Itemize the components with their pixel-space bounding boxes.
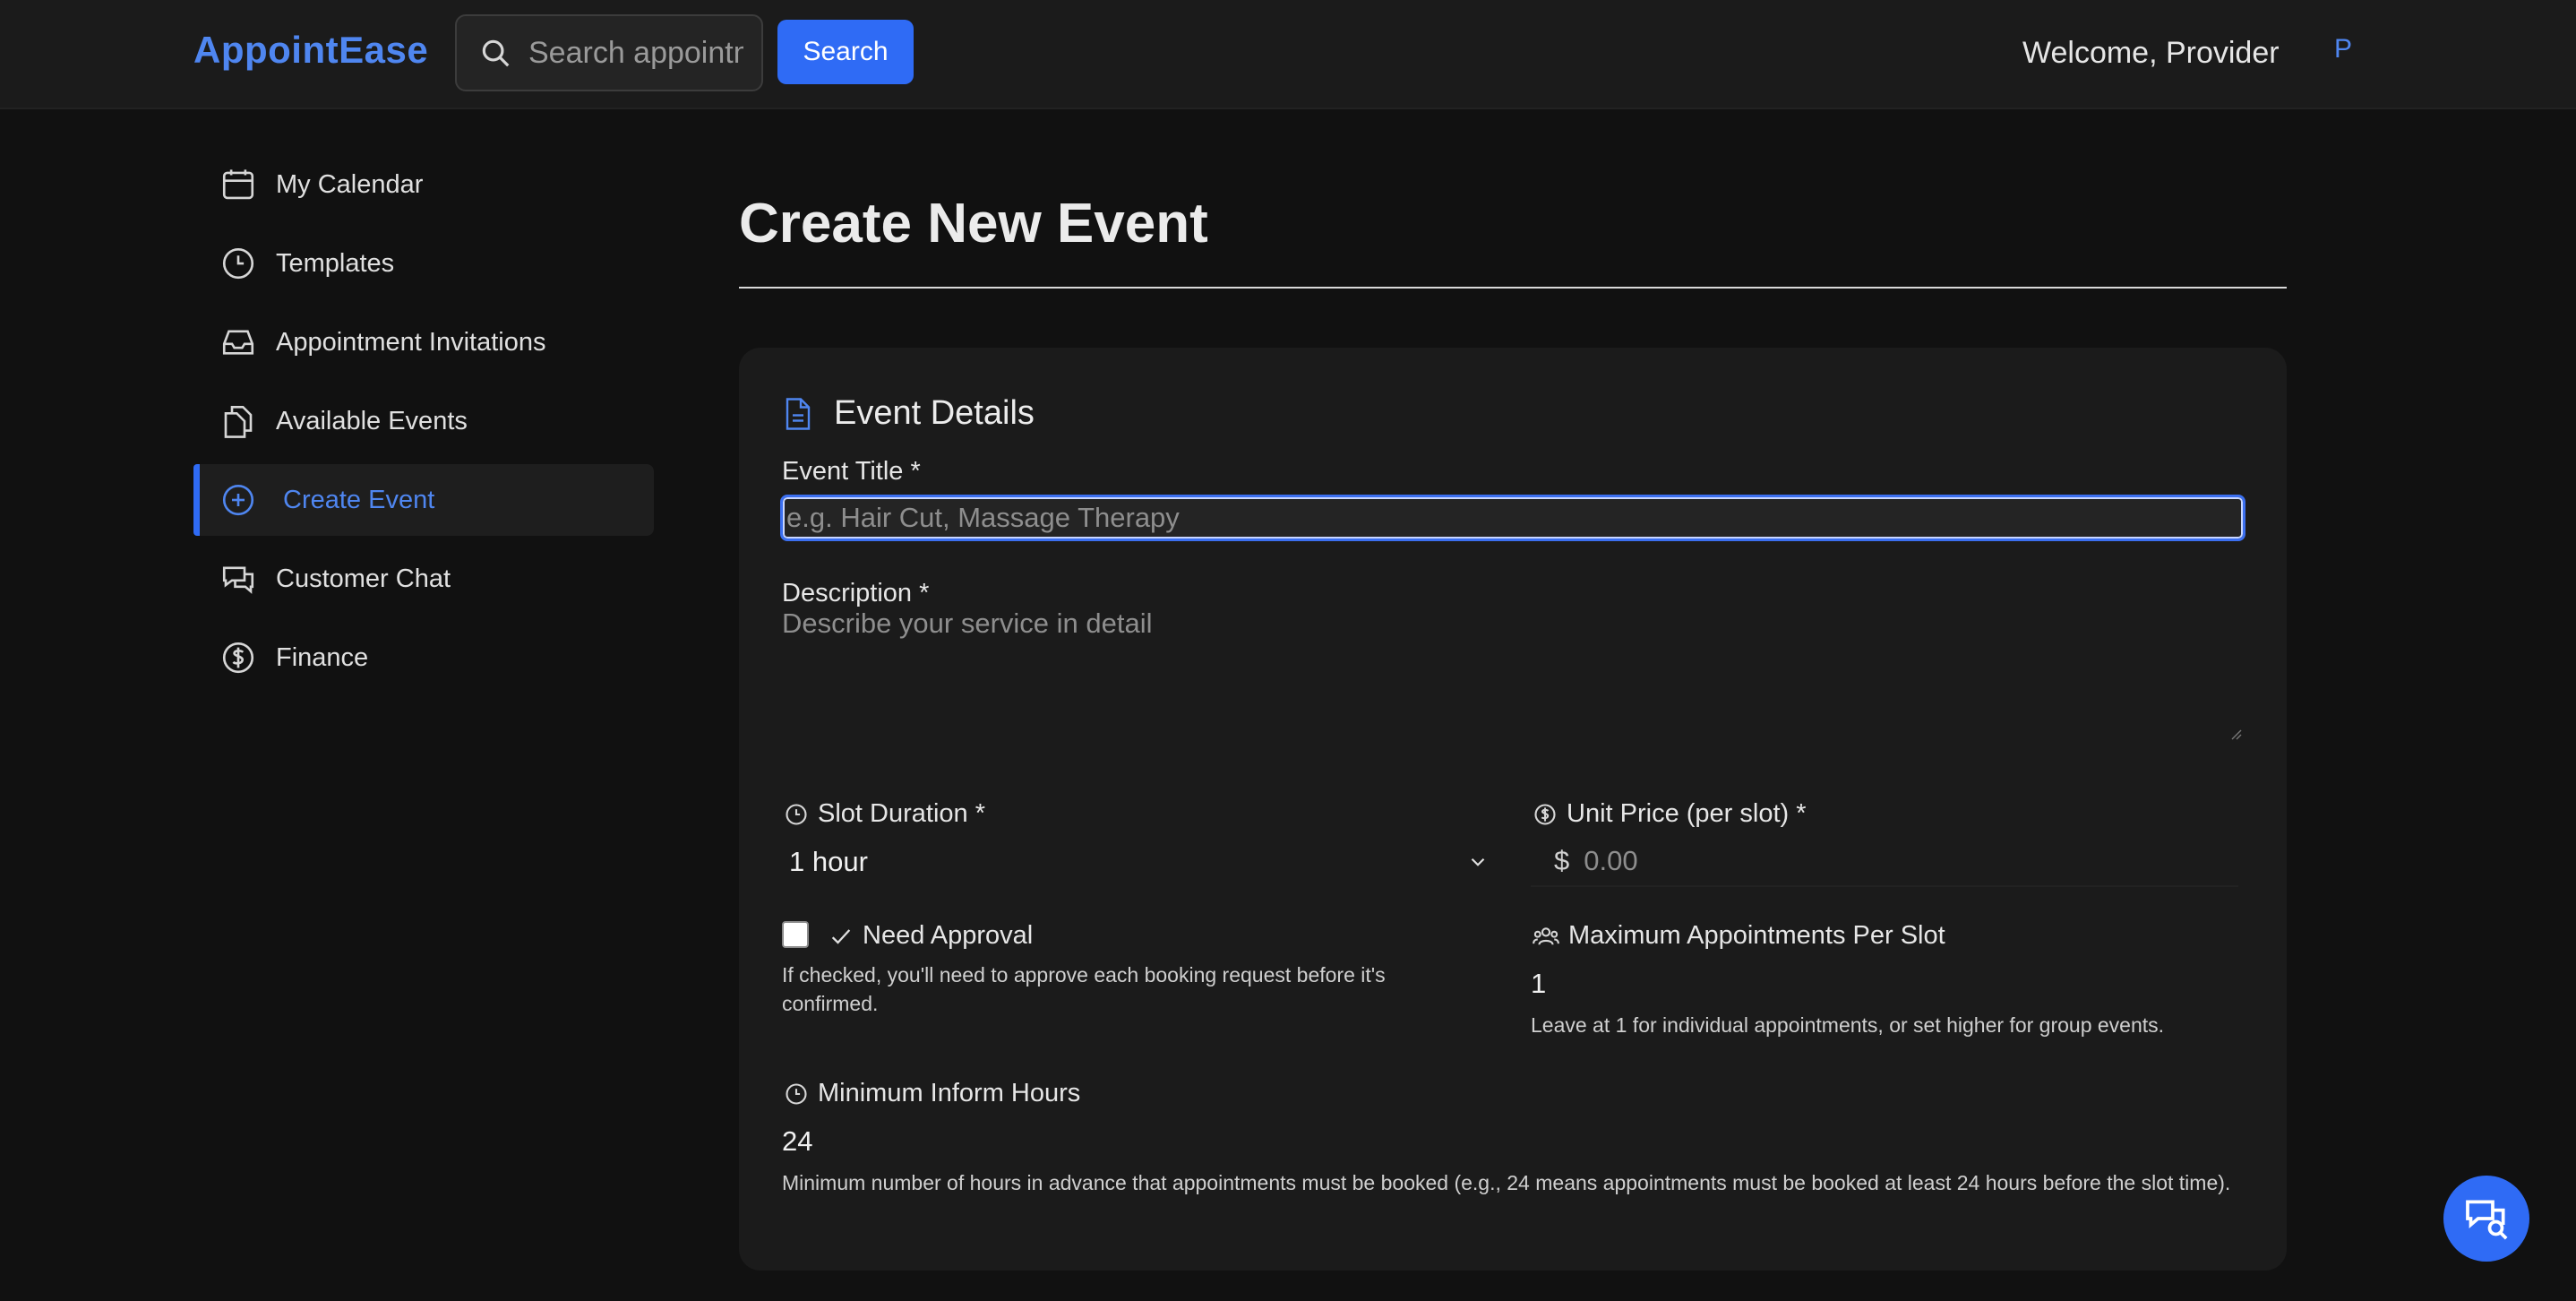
description-textarea[interactable]: [782, 607, 2244, 740]
sidebar-item-label: Customer Chat: [276, 564, 451, 593]
section-header: Event Details: [782, 394, 1035, 433]
max-appointments-label: Maximum Appointments Per Slot: [1533, 921, 1945, 951]
dollar-circle-icon: [1534, 803, 1556, 825]
sidebar-item-label: Available Events: [276, 406, 468, 435]
avatar[interactable]: P: [2329, 34, 2357, 70]
chat-fab-button[interactable]: [2443, 1176, 2529, 1262]
need-approval-checkbox[interactable]: [782, 921, 809, 948]
sidebar: My Calendar Templates Appointment Invita…: [193, 149, 654, 701]
clock-icon: [786, 803, 807, 825]
dollar-circle-icon: [219, 638, 258, 677]
calendar-icon: [219, 165, 258, 204]
plus-circle-icon: [219, 480, 258, 520]
section-title: Event Details: [834, 394, 1035, 432]
search-input[interactable]: [528, 35, 743, 71]
unit-price-input[interactable]: [1584, 845, 2122, 877]
min-inform-input[interactable]: 24: [782, 1125, 812, 1158]
search-box[interactable]: [455, 14, 763, 91]
inbox-icon: [219, 323, 258, 362]
sidebar-item-label: Appointment Invitations: [276, 327, 546, 357]
sidebar-item-label: Templates: [276, 248, 395, 278]
slot-duration-label: Slot Duration *: [784, 799, 985, 829]
sidebar-item-label: Create Event: [283, 485, 435, 514]
sidebar-item-my-calendar[interactable]: My Calendar: [193, 149, 654, 220]
sidebar-item-appointment-invitations[interactable]: Appointment Invitations: [193, 306, 654, 378]
description-label: Description *: [782, 579, 930, 607]
sidebar-item-available-events[interactable]: Available Events: [193, 385, 654, 457]
min-inform-label: Minimum Inform Hours: [784, 1079, 1080, 1108]
sidebar-item-create-event[interactable]: Create Event: [193, 464, 654, 536]
resize-handle-icon[interactable]: [2229, 728, 2242, 740]
brand-logo[interactable]: AppointEase: [193, 29, 428, 72]
slot-duration-value: 1 hour: [789, 846, 868, 877]
event-details-card: Event Details Event Title * Description …: [739, 348, 2287, 1271]
sidebar-item-label: My Calendar: [276, 169, 424, 199]
event-title-label: Event Title *: [782, 457, 921, 486]
page-title: Create New Event: [739, 193, 1208, 254]
sidebar-item-finance[interactable]: Finance: [193, 622, 654, 694]
max-appointments-input[interactable]: 1: [1531, 968, 1546, 1000]
unit-price-field[interactable]: $: [1531, 837, 2238, 887]
sidebar-item-templates[interactable]: Templates: [193, 228, 654, 299]
search-icon: [482, 39, 510, 67]
welcome-text: Welcome, Provider: [2022, 36, 2280, 70]
unit-price-label: Unit Price (per slot) *: [1533, 799, 1807, 829]
sidebar-item-label: Finance: [276, 642, 369, 672]
chevron-down-icon: [1471, 857, 1485, 866]
need-approval-help: If checked, you'll need to approve each …: [782, 963, 1386, 1015]
document-icon: [786, 397, 811, 430]
chat-icon: [219, 559, 258, 599]
need-approval-label: Need Approval: [829, 921, 1033, 951]
clock-icon: [786, 1082, 807, 1105]
chat-search-icon: [2466, 1200, 2508, 1240]
event-title-input[interactable]: [780, 495, 2245, 541]
top-bar: AppointEase Search Welcome, Provider P: [0, 0, 2576, 109]
search-button[interactable]: Search: [777, 20, 914, 84]
max-appointments-help: Leave at 1 for individual appointments, …: [1531, 1013, 2165, 1037]
clock-icon: [219, 244, 258, 283]
min-inform-help: Minimum number of hours in advance that …: [782, 1171, 2231, 1194]
currency-symbol: $: [1554, 845, 1570, 876]
title-divider: [739, 287, 2287, 289]
slot-duration-select[interactable]: 1 hour: [782, 837, 1490, 887]
users-icon: [1533, 926, 1559, 945]
check-icon: [831, 928, 851, 944]
documents-icon: [219, 401, 258, 441]
sidebar-item-customer-chat[interactable]: Customer Chat: [193, 543, 654, 615]
